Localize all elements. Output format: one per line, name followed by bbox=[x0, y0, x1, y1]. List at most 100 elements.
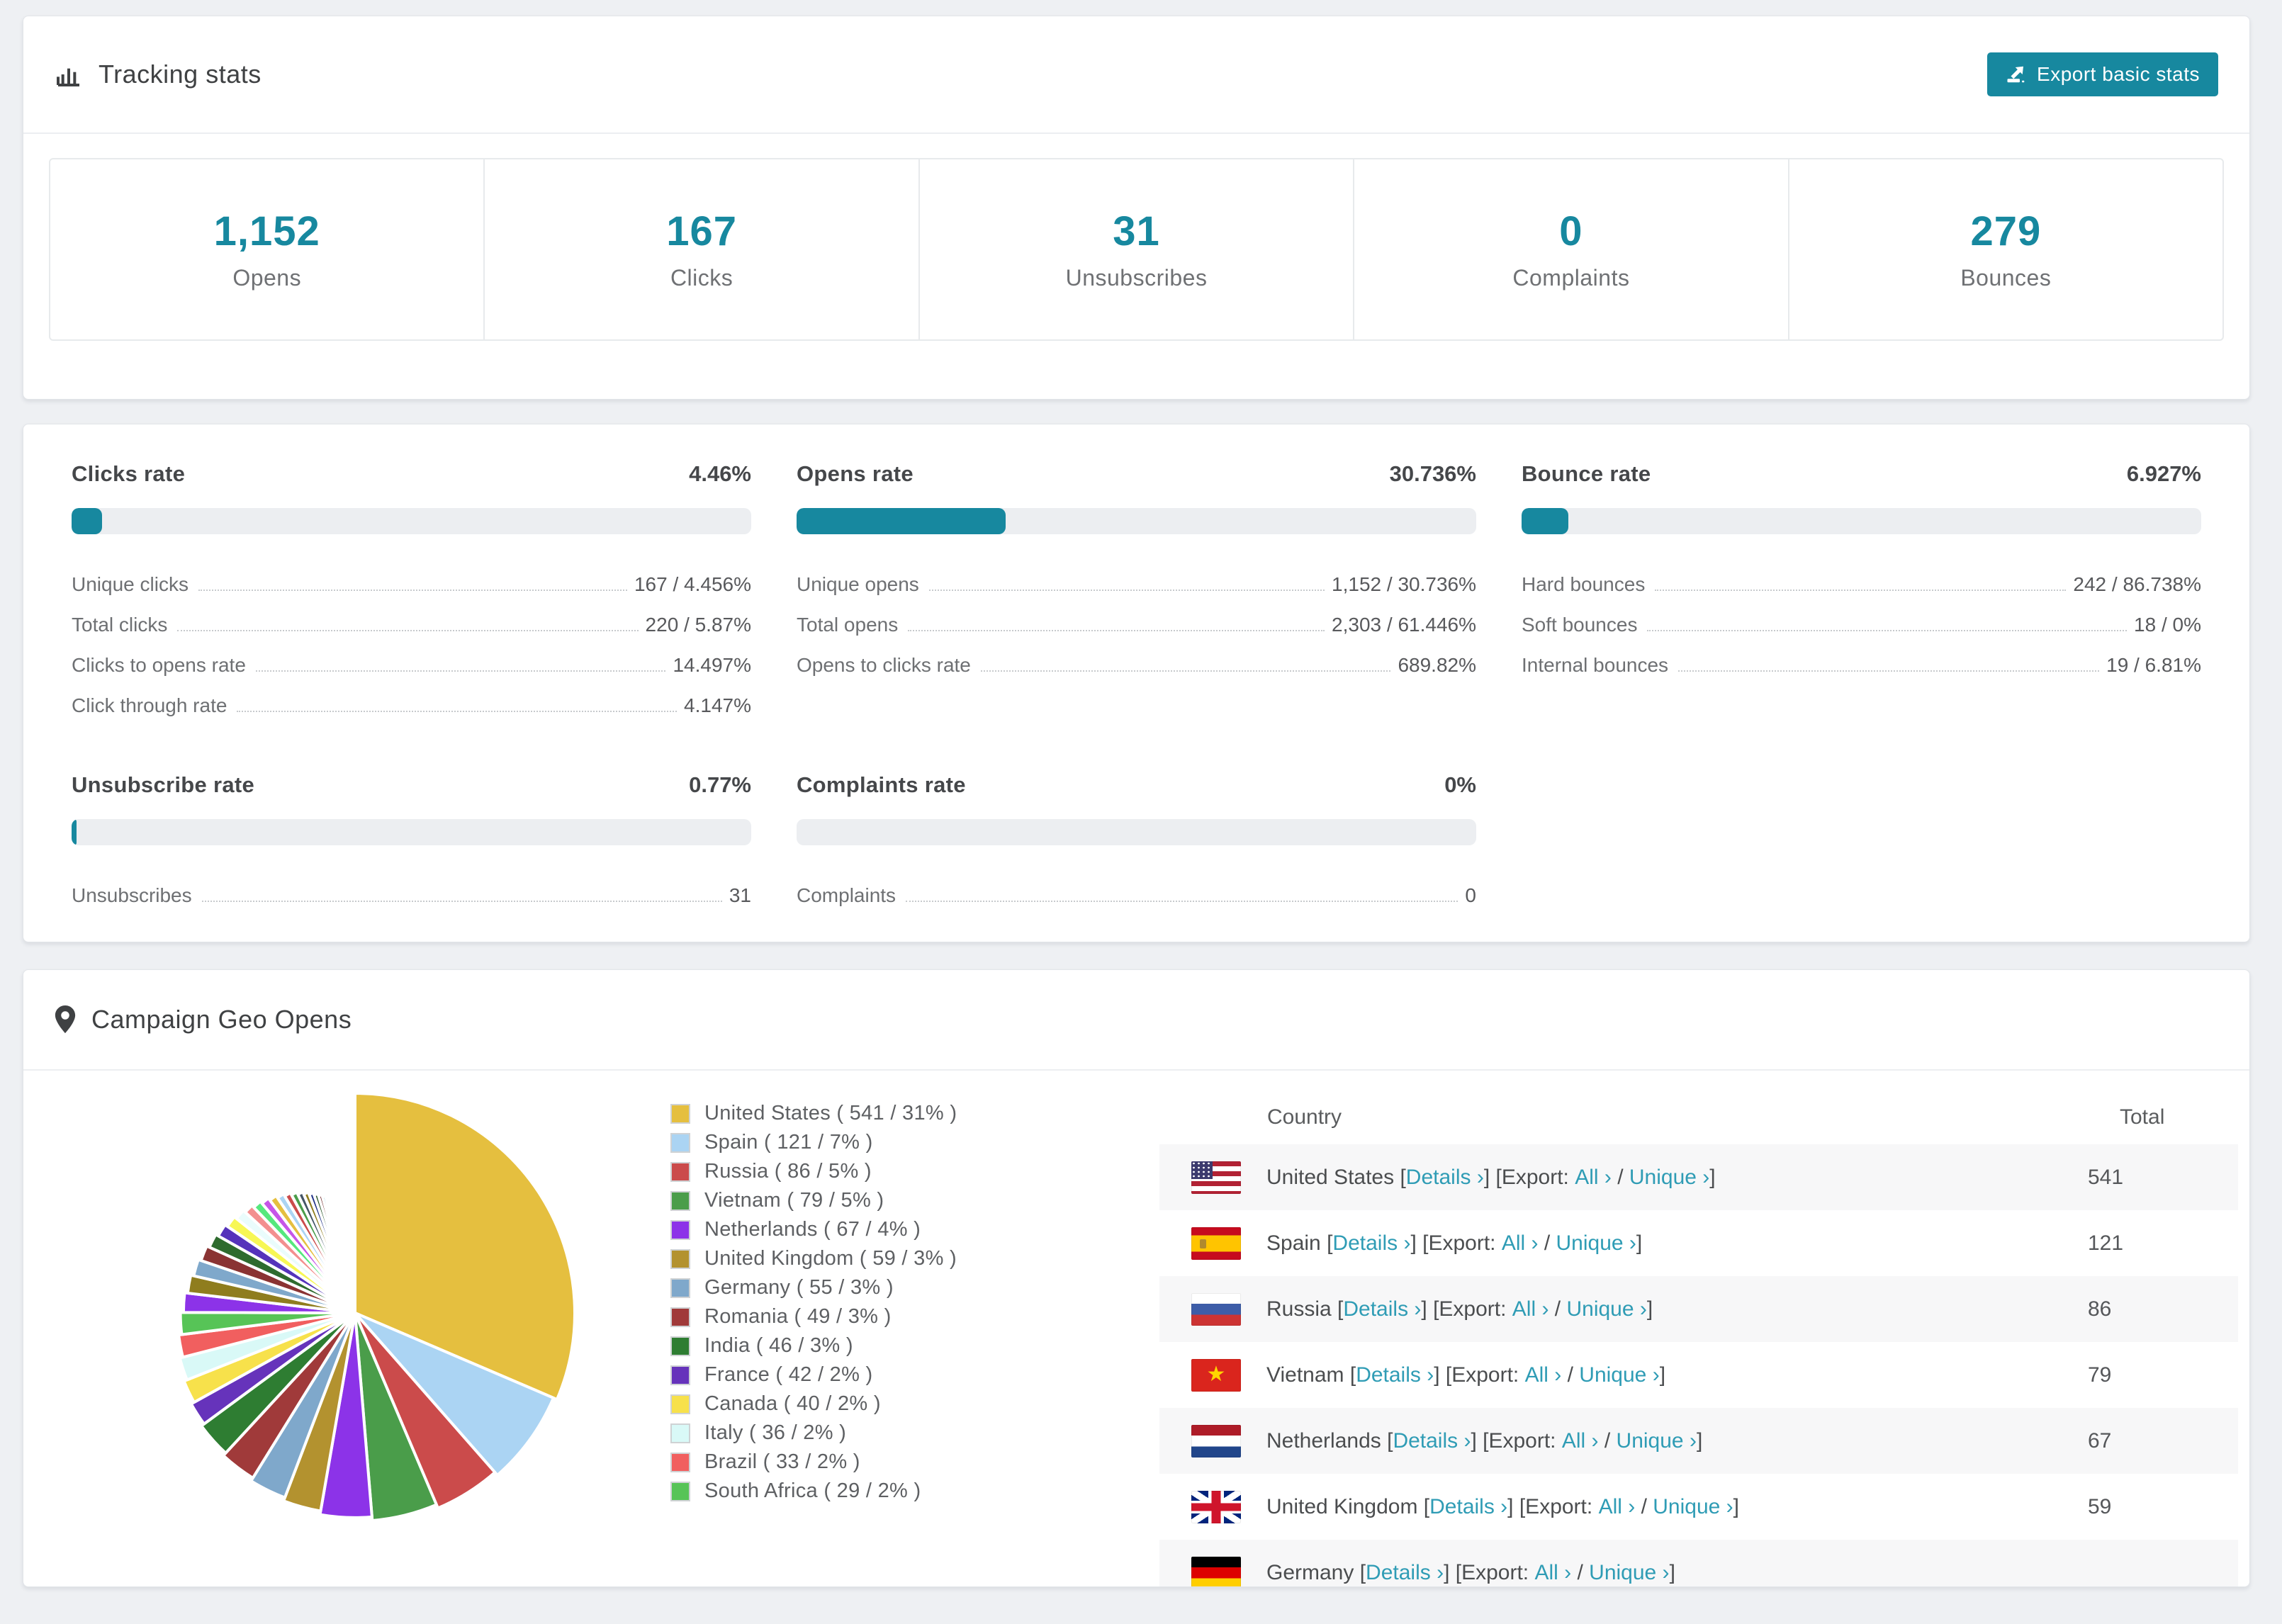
rate-detail-label: Hard bounces bbox=[1522, 573, 1646, 595]
legend-item[interactable]: United Kingdom ( 59 / 3% ) bbox=[670, 1244, 957, 1273]
details-link[interactable]: Details › bbox=[1356, 1363, 1434, 1387]
rate-detail-value: 2,303 / 61.446% bbox=[1332, 614, 1476, 636]
legend-item[interactable]: Spain ( 121 / 7% ) bbox=[670, 1128, 957, 1157]
summary-stat-value: 167 bbox=[666, 208, 737, 254]
export-all-link[interactable]: All › bbox=[1599, 1495, 1636, 1519]
export-unique-link[interactable]: Unique › bbox=[1566, 1297, 1646, 1321]
legend-swatch bbox=[670, 1307, 690, 1327]
dotted-leader bbox=[255, 670, 666, 672]
export-unique-link[interactable]: Unique › bbox=[1556, 1231, 1636, 1256]
legend-item[interactable]: South Africa ( 29 / 2% ) bbox=[670, 1477, 957, 1506]
legend-item[interactable]: Vietnam ( 79 / 5% ) bbox=[670, 1186, 957, 1215]
summary-stat-value: 31 bbox=[1113, 208, 1160, 254]
country-cell: Netherlands [Details ›] [Export: All › /… bbox=[1266, 1428, 1703, 1453]
rate-detail-value: 242 / 86.738% bbox=[2073, 573, 2201, 595]
map-pin-icon bbox=[55, 1005, 76, 1034]
legend-label: United States ( 541 / 31% ) bbox=[704, 1102, 957, 1124]
rate-detail-label: Internal bounces bbox=[1522, 654, 1669, 676]
rate-detail-row: Soft bounces 18 / 0% bbox=[1522, 596, 2201, 636]
summary-stat-label: Complaints bbox=[1512, 265, 1630, 291]
export-all-link[interactable]: All › bbox=[1534, 1561, 1571, 1585]
rate-value: 6.927% bbox=[2126, 461, 2201, 486]
column-header-country: Country bbox=[1267, 1105, 1342, 1129]
rate-detail-value: 1,152 / 30.736% bbox=[1332, 573, 1476, 595]
rate-progress-bar bbox=[797, 819, 1476, 845]
dotted-leader bbox=[201, 901, 722, 902]
legend-label: Germany ( 55 / 3% ) bbox=[704, 1276, 894, 1299]
legend-item[interactable]: France ( 42 / 2% ) bbox=[670, 1360, 957, 1389]
tracking-stats-title-text: Tracking stats bbox=[99, 60, 262, 89]
legend-item[interactable]: Germany ( 55 / 3% ) bbox=[670, 1273, 957, 1302]
export-unique-link[interactable]: Unique › bbox=[1579, 1363, 1659, 1387]
rate-detail-label: Total clicks bbox=[72, 614, 168, 636]
export-all-link[interactable]: All › bbox=[1525, 1363, 1562, 1387]
rate-title: Bounce rate bbox=[1522, 461, 1651, 486]
summary-stat-label: Unsubscribes bbox=[1065, 265, 1208, 291]
geo-table-row: Germany [Details ›] [Export: All › / Uni… bbox=[1159, 1540, 2238, 1586]
legend-item[interactable]: India ( 46 / 3% ) bbox=[670, 1331, 957, 1360]
dotted-leader bbox=[237, 711, 678, 712]
country-cell: Germany [Details ›] [Export: All › / Uni… bbox=[1266, 1560, 1675, 1585]
legend-swatch bbox=[670, 1481, 690, 1501]
geo-pie-chart[interactable] bbox=[121, 1079, 589, 1547]
country-total: 59 bbox=[2088, 1494, 2112, 1518]
rate-progress-fill bbox=[72, 508, 102, 534]
legend-item[interactable]: Canada ( 40 / 2% ) bbox=[670, 1389, 957, 1419]
export-all-link[interactable]: All › bbox=[1562, 1429, 1599, 1453]
details-link[interactable]: Details › bbox=[1393, 1429, 1471, 1453]
rate-title: Unsubscribe rate bbox=[72, 772, 255, 797]
rate-detail-value: 31 bbox=[729, 884, 751, 906]
legend-label: India ( 46 / 3% ) bbox=[704, 1334, 853, 1357]
legend-item[interactable]: United States ( 541 / 31% ) bbox=[670, 1099, 957, 1128]
tracking-stats-header: Tracking stats Export basic stats bbox=[23, 16, 2249, 134]
rate-detail-row: Opens to clicks rate 689.82% bbox=[797, 636, 1476, 677]
legend-label: Italy ( 36 / 2% ) bbox=[704, 1421, 847, 1444]
export-unique-link[interactable]: Unique › bbox=[1629, 1166, 1709, 1190]
legend-item[interactable]: Romania ( 49 / 3% ) bbox=[670, 1302, 957, 1331]
rate-block: Unsubscribe rate 0.77% Unsubscribes 31 bbox=[72, 772, 751, 907]
details-link[interactable]: Details › bbox=[1332, 1231, 1410, 1256]
country-flag-icon bbox=[1191, 1556, 1241, 1586]
legend-item[interactable]: Italy ( 36 / 2% ) bbox=[670, 1419, 957, 1448]
summary-stat-cell: 1,152 Opens bbox=[50, 159, 485, 339]
legend-item[interactable]: Netherlands ( 67 / 4% ) bbox=[670, 1215, 957, 1244]
details-link[interactable]: Details › bbox=[1429, 1495, 1507, 1519]
export-all-link[interactable]: All › bbox=[1575, 1166, 1612, 1190]
export-basic-stats-button[interactable]: Export basic stats bbox=[1987, 52, 2218, 96]
rate-detail-value: 18 / 0% bbox=[2134, 614, 2201, 636]
details-link[interactable]: Details › bbox=[1366, 1561, 1444, 1585]
rate-detail-row: Total opens 2,303 / 61.446% bbox=[797, 596, 1476, 636]
rate-progress-fill bbox=[797, 508, 1006, 534]
rate-value: 30.736% bbox=[1389, 461, 1476, 486]
rate-detail-row: Unique opens 1,152 / 30.736% bbox=[797, 556, 1476, 596]
rate-progress-bar bbox=[72, 508, 751, 534]
export-unique-link[interactable]: Unique › bbox=[1589, 1561, 1669, 1585]
legend-label: Spain ( 121 / 7% ) bbox=[704, 1131, 873, 1154]
export-prefix: [Export: bbox=[1455, 1560, 1535, 1584]
rate-detail-label: Soft bounces bbox=[1522, 614, 1638, 636]
rate-block-head: Clicks rate 4.46% bbox=[72, 461, 751, 487]
export-all-link[interactable]: All › bbox=[1502, 1231, 1539, 1256]
details-link[interactable]: Details › bbox=[1406, 1166, 1484, 1190]
legend-item[interactable]: Russia ( 86 / 5% ) bbox=[670, 1157, 957, 1186]
geo-table-rows: United States [Details ›] [Export: All ›… bbox=[1159, 1144, 2238, 1586]
export-all-link[interactable]: All › bbox=[1512, 1297, 1549, 1321]
export-prefix: [Export: bbox=[1483, 1428, 1562, 1453]
rate-detail-label: Unsubscribes bbox=[72, 884, 192, 906]
rate-rows: Unique opens 1,152 / 30.736% Total opens… bbox=[797, 556, 1476, 677]
legend-label: Vietnam ( 79 / 5% ) bbox=[704, 1189, 884, 1212]
country-name: United Kingdom bbox=[1266, 1494, 1418, 1518]
pie-legend: United States ( 541 / 31% ) Spain ( 121 /… bbox=[670, 1099, 957, 1506]
rate-detail-label: Unique opens bbox=[797, 573, 919, 595]
legend-item[interactable]: Brazil ( 33 / 2% ) bbox=[670, 1448, 957, 1477]
legend-swatch bbox=[670, 1161, 690, 1182]
rate-title: Complaints rate bbox=[797, 772, 966, 797]
export-unique-link[interactable]: Unique › bbox=[1617, 1429, 1697, 1453]
export-unique-link[interactable]: Unique › bbox=[1653, 1495, 1733, 1519]
rate-block-head: Bounce rate 6.927% bbox=[1522, 461, 2201, 487]
rate-progress-bar bbox=[797, 508, 1476, 534]
rate-block: Opens rate 30.736% Unique opens 1,152 / … bbox=[797, 461, 1476, 717]
geo-table-header: Country Total bbox=[1159, 1090, 2238, 1144]
rate-detail-label: Total opens bbox=[797, 614, 899, 636]
details-link[interactable]: Details › bbox=[1343, 1297, 1421, 1321]
